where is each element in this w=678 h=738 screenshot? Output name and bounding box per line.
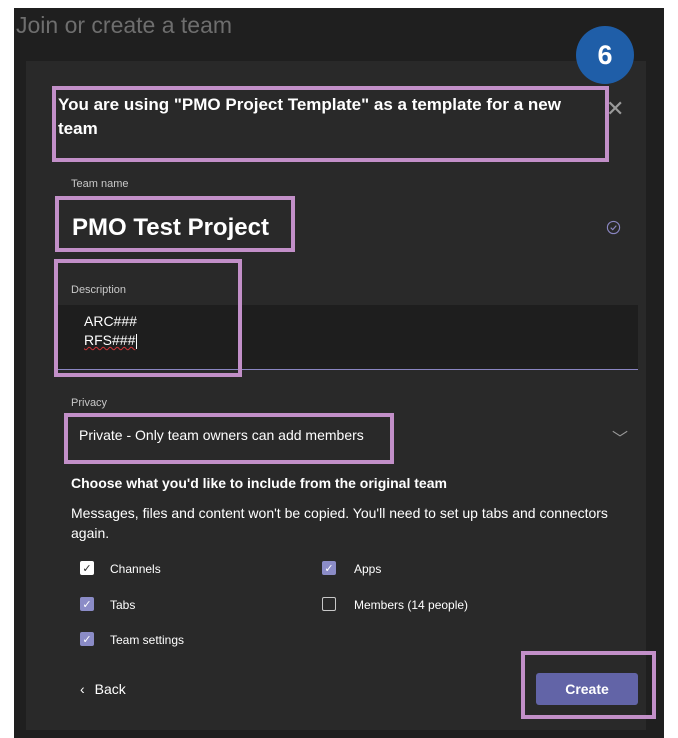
team-name-label: Team name — [71, 178, 129, 190]
highlight-create — [521, 651, 656, 719]
members-checkbox-label: Members (14 people) — [354, 598, 469, 612]
apps-checkbox-label: Apps — [354, 562, 382, 576]
tabs-checkbox-label: Tabs — [110, 598, 136, 612]
team-settings-checkbox-label: Team settings — [110, 633, 185, 647]
background-page-title: Join or create a team — [16, 12, 233, 38]
channels-checkbox[interactable]: ✓ — [80, 561, 94, 575]
channels-checkbox-label: Channels — [110, 562, 161, 576]
chevron-down-icon[interactable]: ﹀ — [612, 425, 628, 449]
members-checkbox[interactable] — [322, 597, 336, 611]
highlight-description — [54, 259, 242, 377]
valid-check-icon — [606, 220, 621, 235]
back-button-label: Back — [94, 681, 126, 697]
tabs-checkbox[interactable]: ✓ — [80, 597, 94, 611]
team-settings-checkbox[interactable]: ✓ — [80, 632, 94, 646]
chevron-left-icon: ‹ — [80, 681, 85, 697]
include-section-title: Choose what you'd like to include from t… — [71, 475, 447, 491]
apps-checkbox[interactable]: ✓ — [322, 561, 336, 575]
highlight-team-name — [55, 196, 295, 252]
include-section-description: Messages, files and content won't be cop… — [71, 505, 608, 541]
highlight-heading — [52, 86, 609, 162]
highlight-privacy — [64, 413, 394, 464]
step-number-badge: 6 — [576, 26, 634, 84]
privacy-label: Privacy — [71, 397, 108, 409]
back-button[interactable]: ‹ Back — [80, 681, 126, 697]
